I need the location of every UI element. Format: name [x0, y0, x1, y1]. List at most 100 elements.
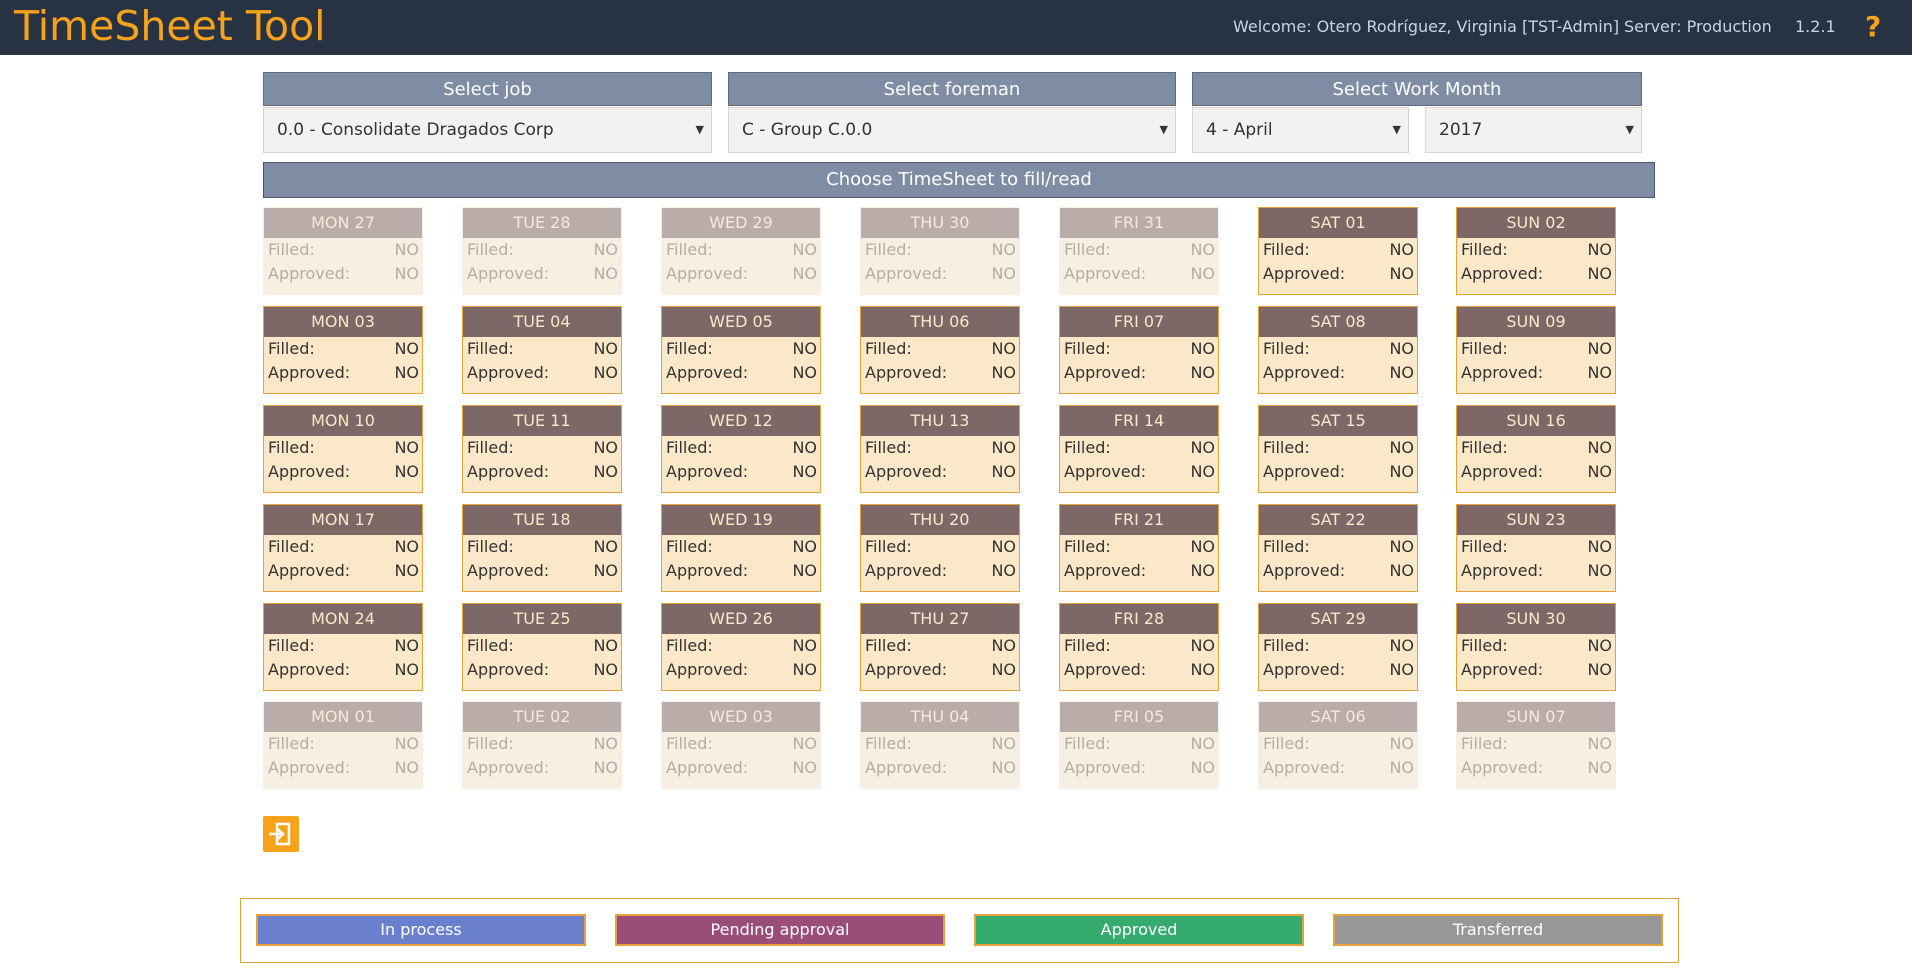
legend-in-process: In process — [256, 914, 586, 946]
approved-label: Approved: — [268, 758, 351, 777]
chevron-down-icon: ▼ — [1159, 123, 1168, 136]
day-card[interactable]: SAT 29 Filled: NO Approved: NO — [1258, 603, 1418, 691]
filled-label: Filled: — [467, 240, 514, 259]
day-card[interactable]: THU 27 Filled: NO Approved: NO — [860, 603, 1020, 691]
day-card[interactable]: THU 06 Filled: NO Approved: NO — [860, 306, 1020, 394]
filled-row: Filled: NO — [861, 535, 1019, 559]
day-card[interactable]: WED 05 Filled: NO Approved: NO — [661, 306, 821, 394]
day-card[interactable]: SAT 01 Filled: NO Approved: NO — [1258, 207, 1418, 295]
day-card[interactable]: THU 13 Filled: NO Approved: NO — [860, 405, 1020, 493]
approved-value: NO — [792, 462, 817, 481]
day-card[interactable]: SAT 22 Filled: NO Approved: NO — [1258, 504, 1418, 592]
day-card[interactable]: WED 12 Filled: NO Approved: NO — [661, 405, 821, 493]
month-select[interactable]: 4 - April ▼ — [1192, 107, 1409, 153]
approved-label: Approved: — [268, 561, 351, 580]
approved-row: Approved: NO — [1259, 361, 1417, 385]
filled-label: Filled: — [865, 339, 912, 358]
day-card[interactable]: TUE 18 Filled: NO Approved: NO — [462, 504, 622, 592]
day-card[interactable]: SAT 15 Filled: NO Approved: NO — [1258, 405, 1418, 493]
approved-label: Approved: — [1263, 363, 1346, 382]
approved-label: Approved: — [666, 660, 749, 679]
filled-label: Filled: — [666, 734, 713, 753]
filled-row: Filled: NO — [1457, 436, 1615, 460]
day-card[interactable]: TUE 11 Filled: NO Approved: NO — [462, 405, 622, 493]
day-card[interactable]: FRI 31 Filled: NO Approved: NO — [1059, 207, 1219, 295]
day-card[interactable]: MON 24 Filled: NO Approved: NO — [263, 603, 423, 691]
filled-value: NO — [1389, 537, 1414, 556]
foreman-select[interactable]: C - Group C.0.0 ▼ — [728, 107, 1176, 153]
filled-label: Filled: — [1263, 734, 1310, 753]
day-card[interactable]: SUN 16 Filled: NO Approved: NO — [1456, 405, 1616, 493]
day-label: THU 04 — [861, 702, 1019, 732]
day-card[interactable]: WED 26 Filled: NO Approved: NO — [661, 603, 821, 691]
approved-label: Approved: — [1064, 363, 1147, 382]
approved-row: Approved: NO — [662, 658, 820, 682]
day-card[interactable]: FRI 14 Filled: NO Approved: NO — [1059, 405, 1219, 493]
day-card[interactable]: FRI 21 Filled: NO Approved: NO — [1059, 504, 1219, 592]
day-card[interactable]: SAT 06 Filled: NO Approved: NO — [1258, 701, 1418, 789]
day-card[interactable]: TUE 02 Filled: NO Approved: NO — [462, 701, 622, 789]
day-label: WED 26 — [662, 604, 820, 634]
day-card[interactable]: MON 03 Filled: NO Approved: NO — [263, 306, 423, 394]
day-label: FRI 14 — [1060, 406, 1218, 436]
day-card[interactable]: WED 03 Filled: NO Approved: NO — [661, 701, 821, 789]
day-card[interactable]: MON 01 Filled: NO Approved: NO — [263, 701, 423, 789]
filled-label: Filled: — [1064, 339, 1111, 358]
day-card[interactable]: TUE 25 Filled: NO Approved: NO — [462, 603, 622, 691]
approved-value: NO — [394, 758, 419, 777]
day-card[interactable]: FRI 05 Filled: NO Approved: NO — [1059, 701, 1219, 789]
day-card[interactable]: MON 27 Filled: NO Approved: NO — [263, 207, 423, 295]
day-card[interactable]: THU 20 Filled: NO Approved: NO — [860, 504, 1020, 592]
day-card[interactable]: TUE 28 Filled: NO Approved: NO — [462, 207, 622, 295]
filled-row: Filled: NO — [1060, 238, 1218, 262]
filled-label: Filled: — [666, 438, 713, 457]
approved-label: Approved: — [865, 462, 948, 481]
approved-row: Approved: NO — [1259, 658, 1417, 682]
approved-row: Approved: NO — [1259, 460, 1417, 484]
approved-value: NO — [792, 561, 817, 580]
approved-value: NO — [593, 363, 618, 382]
day-card[interactable]: SUN 30 Filled: NO Approved: NO — [1456, 603, 1616, 691]
filled-value: NO — [792, 240, 817, 259]
filled-label: Filled: — [666, 636, 713, 655]
filled-row: Filled: NO — [861, 238, 1019, 262]
foreman-select-value: C - Group C.0.0 — [742, 120, 873, 140]
day-label: MON 27 — [264, 208, 422, 238]
day-label: SUN 23 — [1457, 505, 1615, 535]
day-card[interactable]: SUN 07 Filled: NO Approved: NO — [1456, 701, 1616, 789]
approved-value: NO — [991, 462, 1016, 481]
filled-label: Filled: — [865, 636, 912, 655]
filled-row: Filled: NO — [463, 337, 621, 361]
day-card[interactable]: THU 30 Filled: NO Approved: NO — [860, 207, 1020, 295]
day-card[interactable]: TUE 04 Filled: NO Approved: NO — [462, 306, 622, 394]
approved-value: NO — [1587, 462, 1612, 481]
filled-value: NO — [593, 438, 618, 457]
day-card[interactable]: WED 29 Filled: NO Approved: NO — [661, 207, 821, 295]
approved-label: Approved: — [1263, 462, 1346, 481]
approved-value: NO — [991, 561, 1016, 580]
job-select[interactable]: 0.0 - Consolidate Dragados Corp ▼ — [263, 107, 712, 153]
filled-value: NO — [1190, 339, 1215, 358]
day-card[interactable]: THU 04 Filled: NO Approved: NO — [860, 701, 1020, 789]
day-card[interactable]: SAT 08 Filled: NO Approved: NO — [1258, 306, 1418, 394]
filled-label: Filled: — [467, 339, 514, 358]
exit-button[interactable] — [263, 816, 299, 852]
day-card[interactable]: SUN 23 Filled: NO Approved: NO — [1456, 504, 1616, 592]
day-card[interactable]: SUN 09 Filled: NO Approved: NO — [1456, 306, 1616, 394]
day-card[interactable]: MON 17 Filled: NO Approved: NO — [263, 504, 423, 592]
approved-value: NO — [1190, 462, 1215, 481]
work-month-filter-label: Select Work Month — [1192, 72, 1642, 106]
year-select[interactable]: 2017 ▼ — [1425, 107, 1642, 153]
approved-label: Approved: — [467, 363, 550, 382]
filled-value: NO — [1587, 339, 1612, 358]
approved-label: Approved: — [666, 462, 749, 481]
day-card[interactable]: FRI 28 Filled: NO Approved: NO — [1059, 603, 1219, 691]
day-card[interactable]: WED 19 Filled: NO Approved: NO — [661, 504, 821, 592]
exit-icon — [269, 822, 291, 846]
help-icon[interactable]: ? — [1865, 10, 1881, 43]
day-card[interactable]: MON 10 Filled: NO Approved: NO — [263, 405, 423, 493]
day-card[interactable]: FRI 07 Filled: NO Approved: NO — [1059, 306, 1219, 394]
day-card[interactable]: SUN 02 Filled: NO Approved: NO — [1456, 207, 1616, 295]
filled-label: Filled: — [268, 240, 315, 259]
filled-value: NO — [1190, 537, 1215, 556]
